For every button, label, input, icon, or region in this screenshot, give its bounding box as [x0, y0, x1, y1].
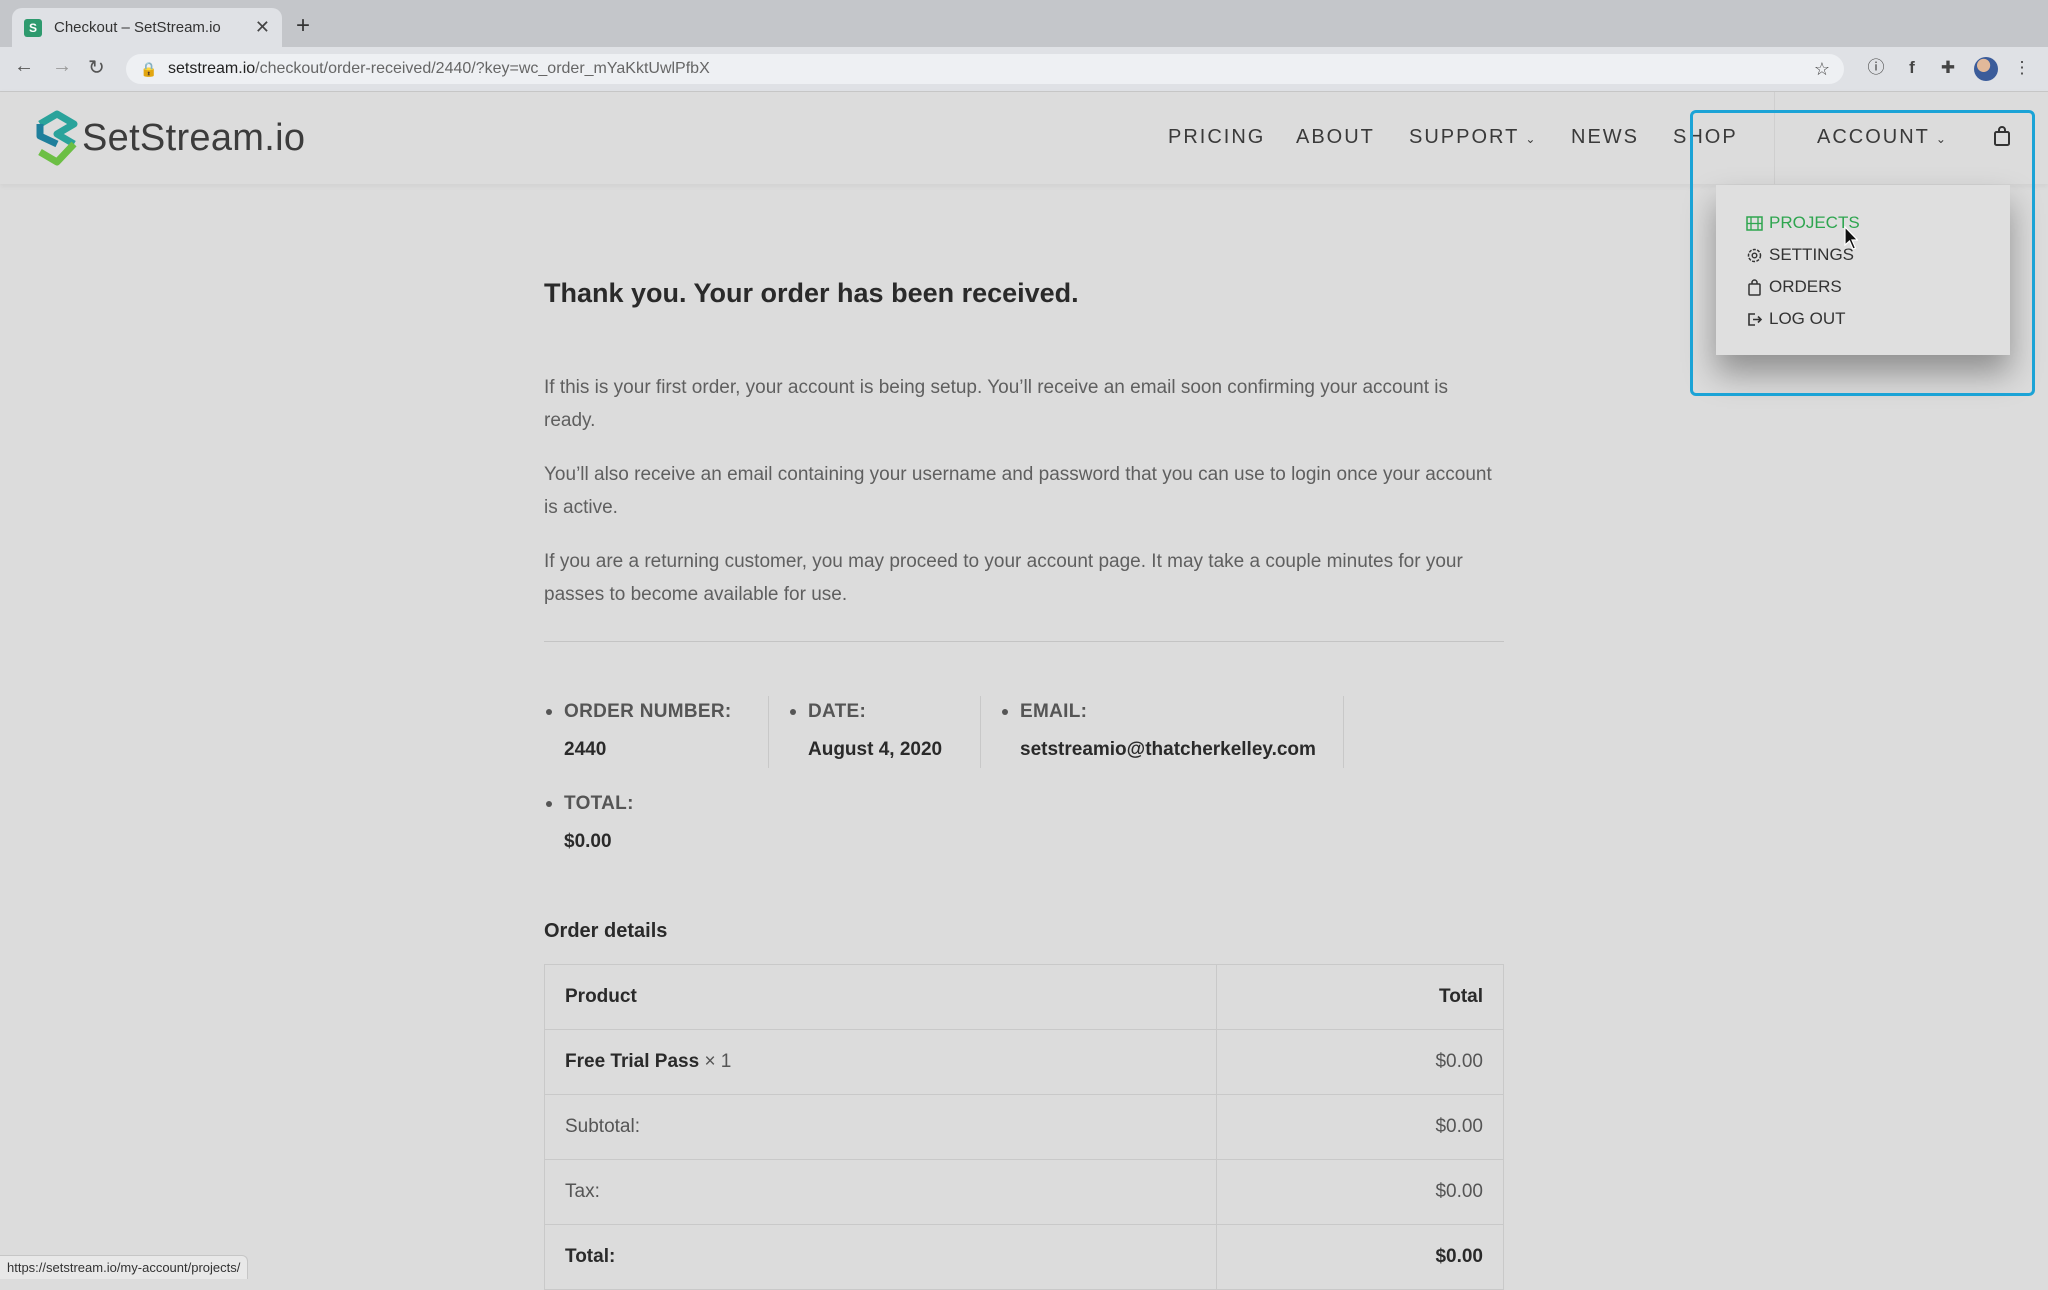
nav-pricing[interactable]: PRICING	[1168, 126, 1265, 149]
browser-tab[interactable]: S Checkout – SetStream.io ✕	[12, 8, 282, 47]
password-manager-icon[interactable]: ⓘ	[1865, 57, 1887, 79]
paragraph-returning-customer: If you are a returning customer, you may…	[544, 551, 1463, 605]
browser-tab-strip: S Checkout – SetStream.io ✕ +	[0, 0, 2048, 47]
nav-about[interactable]: ABOUT	[1296, 126, 1375, 149]
bullet	[546, 801, 552, 807]
meta-separator	[768, 696, 769, 768]
lock-icon: 🔒	[140, 60, 158, 77]
bullet	[1002, 709, 1008, 715]
tax-label: Tax:	[543, 1159, 1218, 1225]
browser-menu-icon[interactable]: ⋮	[2011, 57, 2033, 79]
nav-news[interactable]: NEWS	[1571, 126, 1639, 149]
column-header-product: Product	[543, 964, 1218, 1030]
meta-separator	[980, 696, 981, 768]
status-bar-url: https://setstream.io/my-account/projects…	[0, 1255, 249, 1279]
order-details-title: Order details	[544, 920, 668, 942]
order-total-value: $0.00	[564, 831, 612, 852]
forward-arrow-icon[interactable]: →	[52, 55, 72, 78]
site-favicon-icon: S	[24, 18, 42, 37]
order-number-item: ORDER NUMBER: 2440	[546, 701, 732, 761]
product-name[interactable]: Free Trial Pass	[565, 1051, 699, 1072]
product-total: $0.00	[1216, 1029, 1504, 1095]
meta-separator	[1343, 696, 1344, 768]
order-number-value: 2440	[564, 739, 607, 760]
bullet	[546, 709, 552, 715]
tab-title: Checkout – SetStream.io	[54, 19, 221, 36]
highlight-annotation-box	[1690, 110, 2035, 396]
order-number-label: ORDER NUMBER:	[564, 701, 732, 722]
chevron-down-icon: ⌄	[1525, 132, 1538, 146]
order-date-label: DATE:	[808, 701, 867, 722]
paragraph-credentials: You’ll also receive an email containing …	[544, 464, 1492, 518]
table-row: Free Trial Pass × 1 $0.00	[543, 1029, 1504, 1095]
nav-support-label: SUPPORT	[1409, 126, 1520, 148]
table-row: Subtotal: $0.00	[543, 1094, 1504, 1160]
order-total-item: TOTAL: $0.00	[546, 793, 634, 853]
order-date-value: August 4, 2020	[808, 739, 943, 760]
product-cell: Free Trial Pass × 1	[543, 1029, 1218, 1095]
product-quantity: × 1	[704, 1051, 732, 1072]
extensions-puzzle-icon[interactable]: ✚	[1937, 57, 1959, 79]
column-header-total: Total	[1216, 964, 1504, 1030]
reload-icon[interactable]: ↻	[88, 55, 105, 80]
nav-support[interactable]: SUPPORT ⌄	[1409, 126, 1537, 149]
content-divider	[544, 641, 1504, 642]
paragraph-first-order: If this is your first order, your accoun…	[544, 377, 1449, 431]
back-arrow-icon[interactable]: ←	[14, 55, 34, 78]
order-details-table: Product Total Free Trial Pass × 1 $0.00 …	[543, 964, 1504, 1290]
close-tab-icon[interactable]: ✕	[255, 17, 270, 38]
setstream-logo-icon	[36, 110, 78, 166]
order-email-label: EMAIL:	[1020, 701, 1088, 722]
subtotal-value: $0.00	[1216, 1094, 1504, 1160]
facebook-extension-icon[interactable]: f	[1901, 57, 1923, 79]
bullet	[790, 709, 796, 715]
bookmark-star-icon[interactable]: ☆	[1814, 59, 1830, 80]
tax-value: $0.00	[1216, 1159, 1504, 1225]
order-total-label: TOTAL:	[564, 793, 634, 814]
mouse-cursor-icon	[1844, 226, 1858, 250]
logo-text: SetStream.io	[82, 116, 306, 159]
url-host: setstream.io	[168, 60, 256, 77]
order-date-item: DATE: August 4, 2020	[790, 701, 943, 761]
url-path: /checkout/order-received/2440/?key=wc_or…	[255, 60, 710, 77]
site-logo[interactable]: SetStream.io	[36, 110, 305, 166]
new-tab-icon[interactable]: +	[296, 12, 310, 40]
table-header-row: Product Total	[543, 964, 1504, 1030]
address-bar[interactable]: 🔒 setstream.io/checkout/order-received/2…	[126, 54, 1844, 84]
order-email-value: setstreamio@thatcherkelley.com	[1020, 739, 1316, 760]
subtotal-label: Subtotal:	[543, 1094, 1218, 1160]
order-email-item: EMAIL: setstreamio@thatcherkelley.com	[1002, 701, 1316, 761]
order-received-heading: Thank you. Your order has been received.	[544, 278, 1079, 308]
browser-toolbar: ← → ↻ 🔒 setstream.io/checkout/order-rece…	[0, 47, 2048, 92]
table-row: Tax: $0.00	[543, 1159, 1504, 1225]
profile-avatar[interactable]	[1974, 57, 1998, 81]
